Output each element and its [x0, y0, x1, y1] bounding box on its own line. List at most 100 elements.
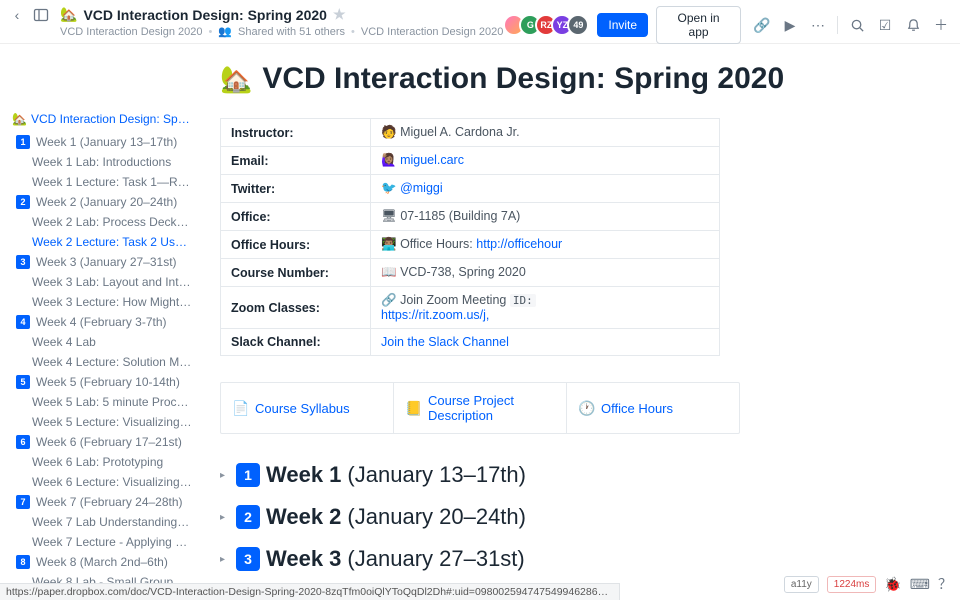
title-area: 🏡 VCD Interaction Design: Spring 2020 ★ … [60, 6, 503, 38]
week-number-box: 8 [16, 555, 30, 569]
sidebar-item[interactable]: 1 Week 1 (January 13–17th) [12, 132, 192, 152]
sidebar-item[interactable]: Week 3 Lab: Layout and Intentionality in… [12, 272, 192, 292]
sidebar-toggle-icon[interactable] [32, 6, 50, 24]
bell-icon[interactable] [904, 16, 922, 34]
perf-pill[interactable]: 1224ms [827, 576, 877, 593]
sidebar-item-label: Week 1 (January 13–17th) [36, 135, 177, 149]
bug-icon[interactable]: 🐞 [884, 576, 901, 593]
sidebar-item[interactable]: Week 6 Lecture: Visualizing Solutions Pt… [12, 472, 192, 492]
doc-emoji: 🏡 [60, 6, 77, 23]
back-icon[interactable]: ‹ [8, 6, 26, 24]
sidebar-item-label: Week 2 Lecture: Task 2 User Storytelling [32, 235, 192, 249]
main: 🏡 VCD Interaction Design: Spring 2020 In… [200, 44, 960, 600]
sidebar-item-label: Week 4 (February 3-7th) [36, 315, 167, 329]
breadcrumb: VCD Interaction Design 2020 • 👥 Shared w… [60, 25, 503, 38]
week-number-box: 2 [16, 195, 30, 209]
week-number-box: 7 [16, 495, 30, 509]
people-icon: 👥 [218, 25, 232, 38]
sidebar-item[interactable]: Week 7 Lab Understanding Images and … [12, 512, 192, 532]
search-icon[interactable] [848, 16, 866, 34]
week-number-box: 5 [16, 375, 30, 389]
disclosure-icon[interactable]: ▸ [220, 470, 230, 481]
sidebar-item[interactable]: Week 1 Lab: Introductions [12, 152, 192, 172]
info-table: Instructor:🧑 Miguel A. Cardona Jr. Email… [220, 118, 720, 356]
zoom-link[interactable]: https://rit.zoom.us/j, [381, 308, 489, 322]
sidebar-item[interactable]: Week 2 Lab: Process Decks & Introductio… [12, 212, 192, 232]
sidebar-item[interactable]: Week 5 Lecture: Visualizing Solutions [12, 412, 192, 432]
sidebar-item[interactable]: Week 4 Lecture: Solution Mapping [12, 352, 192, 372]
disclosure-icon[interactable]: ▸ [220, 512, 230, 523]
sidebar-item-label: Week 4 Lab [32, 335, 96, 349]
breadcrumb-2[interactable]: VCD Interaction Design 2020 [361, 26, 503, 38]
sidebar-item[interactable]: 2 Week 2 (January 20–24th) [12, 192, 192, 212]
topbar-left: ‹ 🏡 VCD Interaction Design: Spring 2020 … [8, 6, 503, 38]
open-in-app-button[interactable]: Open in app [656, 6, 741, 44]
shared-text[interactable]: Shared with 51 others [238, 26, 345, 38]
sidebar-item-label: Week 8 (March 2nd–6th) [36, 555, 168, 569]
sidebar-item-label: Week 3 (January 27–31st) [36, 255, 177, 269]
sidebar-item[interactable]: Week 1 Lecture: Task 1—Research & Disc… [12, 172, 192, 192]
resource-row: 📄Course Syllabus 📒Course Project Descrip… [220, 382, 740, 434]
star-icon[interactable]: ★ [333, 6, 346, 23]
sidebar-item[interactable]: 5 Week 5 (February 10-14th) [12, 372, 192, 392]
facepile[interactable]: G RZ YZ 49 [503, 14, 589, 36]
invite-button[interactable]: Invite [597, 13, 648, 37]
plus-icon[interactable]: ＋ [932, 16, 950, 34]
doc-icon: 📄 [233, 400, 249, 416]
office-hours-res[interactable]: 🕐Office Hours [566, 383, 739, 433]
sidebar-item-label: Week 2 (January 20–24th) [36, 195, 177, 209]
breadcrumb-1[interactable]: VCD Interaction Design 2020 [60, 26, 202, 38]
sidebar-item[interactable]: 8 Week 8 (March 2nd–6th) [12, 552, 192, 572]
sidebar-item[interactable]: Week 5 Lab: 5 minute Process Presentati… [12, 392, 192, 412]
keyboard-icon[interactable]: ⌨ [910, 576, 930, 593]
week-number-box: 2 [236, 505, 260, 529]
sidebar-item[interactable]: Week 4 Lab [12, 332, 192, 352]
clock-icon: 🕐 [579, 400, 595, 416]
sidebar-item[interactable]: 6Week 6 (February 17–21st) [12, 432, 192, 452]
week-number-box: 1 [236, 463, 260, 487]
week-heading[interactable]: ▸1Week 1 (January 13–17th) [220, 462, 930, 488]
a11y-pill[interactable]: a11y [784, 576, 819, 593]
week-heading[interactable]: ▸3Week 3 (January 27–31st) [220, 546, 930, 572]
week-number-box: 3 [16, 255, 30, 269]
sidebar-item[interactable]: Week 7 Lecture - Applying Visual Designs [12, 532, 192, 552]
twitter-link[interactable]: @miggi [400, 181, 443, 195]
sidebar-item-label: Week 2 Lab: Process Decks & Introductio… [32, 215, 192, 229]
sidebar-item[interactable]: 4Week 4 (February 3-7th) [12, 312, 192, 332]
sidebar: 🏡 VCD Interaction Design: Spring 2020 1W… [0, 44, 200, 600]
sidebar-item-label: Week 3 Lab: Layout and Intentionality in… [32, 275, 192, 289]
office-hours-link[interactable]: http://officehour [476, 237, 562, 251]
sidebar-root[interactable]: 🏡 VCD Interaction Design: Spring 2020 [12, 112, 192, 126]
sidebar-item-label: Week 7 Lab Understanding Images and … [32, 515, 192, 529]
week-number-box: 6 [16, 435, 30, 449]
tasks-icon[interactable]: ☑ [876, 16, 894, 34]
page-title: 🏡 VCD Interaction Design: Spring 2020 [220, 62, 930, 96]
sidebar-item[interactable]: Week 2 Lecture: Task 2 User Storytelling [12, 232, 192, 252]
project-link[interactable]: 📒Course Project Description [393, 383, 566, 433]
more-icon[interactable]: ⋯ [809, 16, 827, 34]
sidebar-item[interactable]: Week 6 Lab: Prototyping [12, 452, 192, 472]
help-icon[interactable]: ？ [938, 574, 952, 594]
syllabus-link[interactable]: 📄Course Syllabus [221, 383, 393, 433]
slack-link[interactable]: Join the Slack Channel [381, 335, 509, 349]
sidebar-item[interactable]: Week 3 Lecture: How Might We's / Com… [12, 292, 192, 312]
sidebar-item-label: Week 7 (February 24–28th) [36, 495, 183, 509]
topbar-right: G RZ YZ 49 Invite Open in app 🔗 ▶ ⋯ ☑ ＋ [503, 6, 950, 44]
doc-title[interactable]: VCD Interaction Design: Spring 2020 [83, 7, 327, 23]
link-icon[interactable]: 🔗 [753, 16, 771, 34]
sidebar-item-label: Week 6 Lecture: Visualizing Solutions Pt… [32, 475, 192, 489]
sidebar-item-label: Week 5 (February 10-14th) [36, 375, 180, 389]
sidebar-item[interactable]: 3 Week 3 (January 27–31st) [12, 252, 192, 272]
avatar-more[interactable]: 49 [567, 14, 589, 36]
dev-corner: a11y 1224ms 🐞 ⌨ ？ [784, 574, 952, 594]
doc-icon: 📒 [406, 400, 422, 416]
disclosure-icon[interactable]: ▸ [220, 554, 230, 565]
sidebar-item-label: Week 3 Lecture: How Might We's / Com… [32, 295, 192, 309]
sidebar-item-label: Week 5 Lab: 5 minute Process Presentati… [32, 395, 192, 409]
sidebar-item[interactable]: 7 Week 7 (February 24–28th) [12, 492, 192, 512]
present-icon[interactable]: ▶ [781, 16, 799, 34]
topbar: ‹ 🏡 VCD Interaction Design: Spring 2020 … [0, 0, 960, 44]
email-link[interactable]: miguel.carc [400, 153, 464, 167]
week-heading[interactable]: ▸2Week 2 (January 20–24th) [220, 504, 930, 530]
week-number-box: 1 [16, 135, 30, 149]
